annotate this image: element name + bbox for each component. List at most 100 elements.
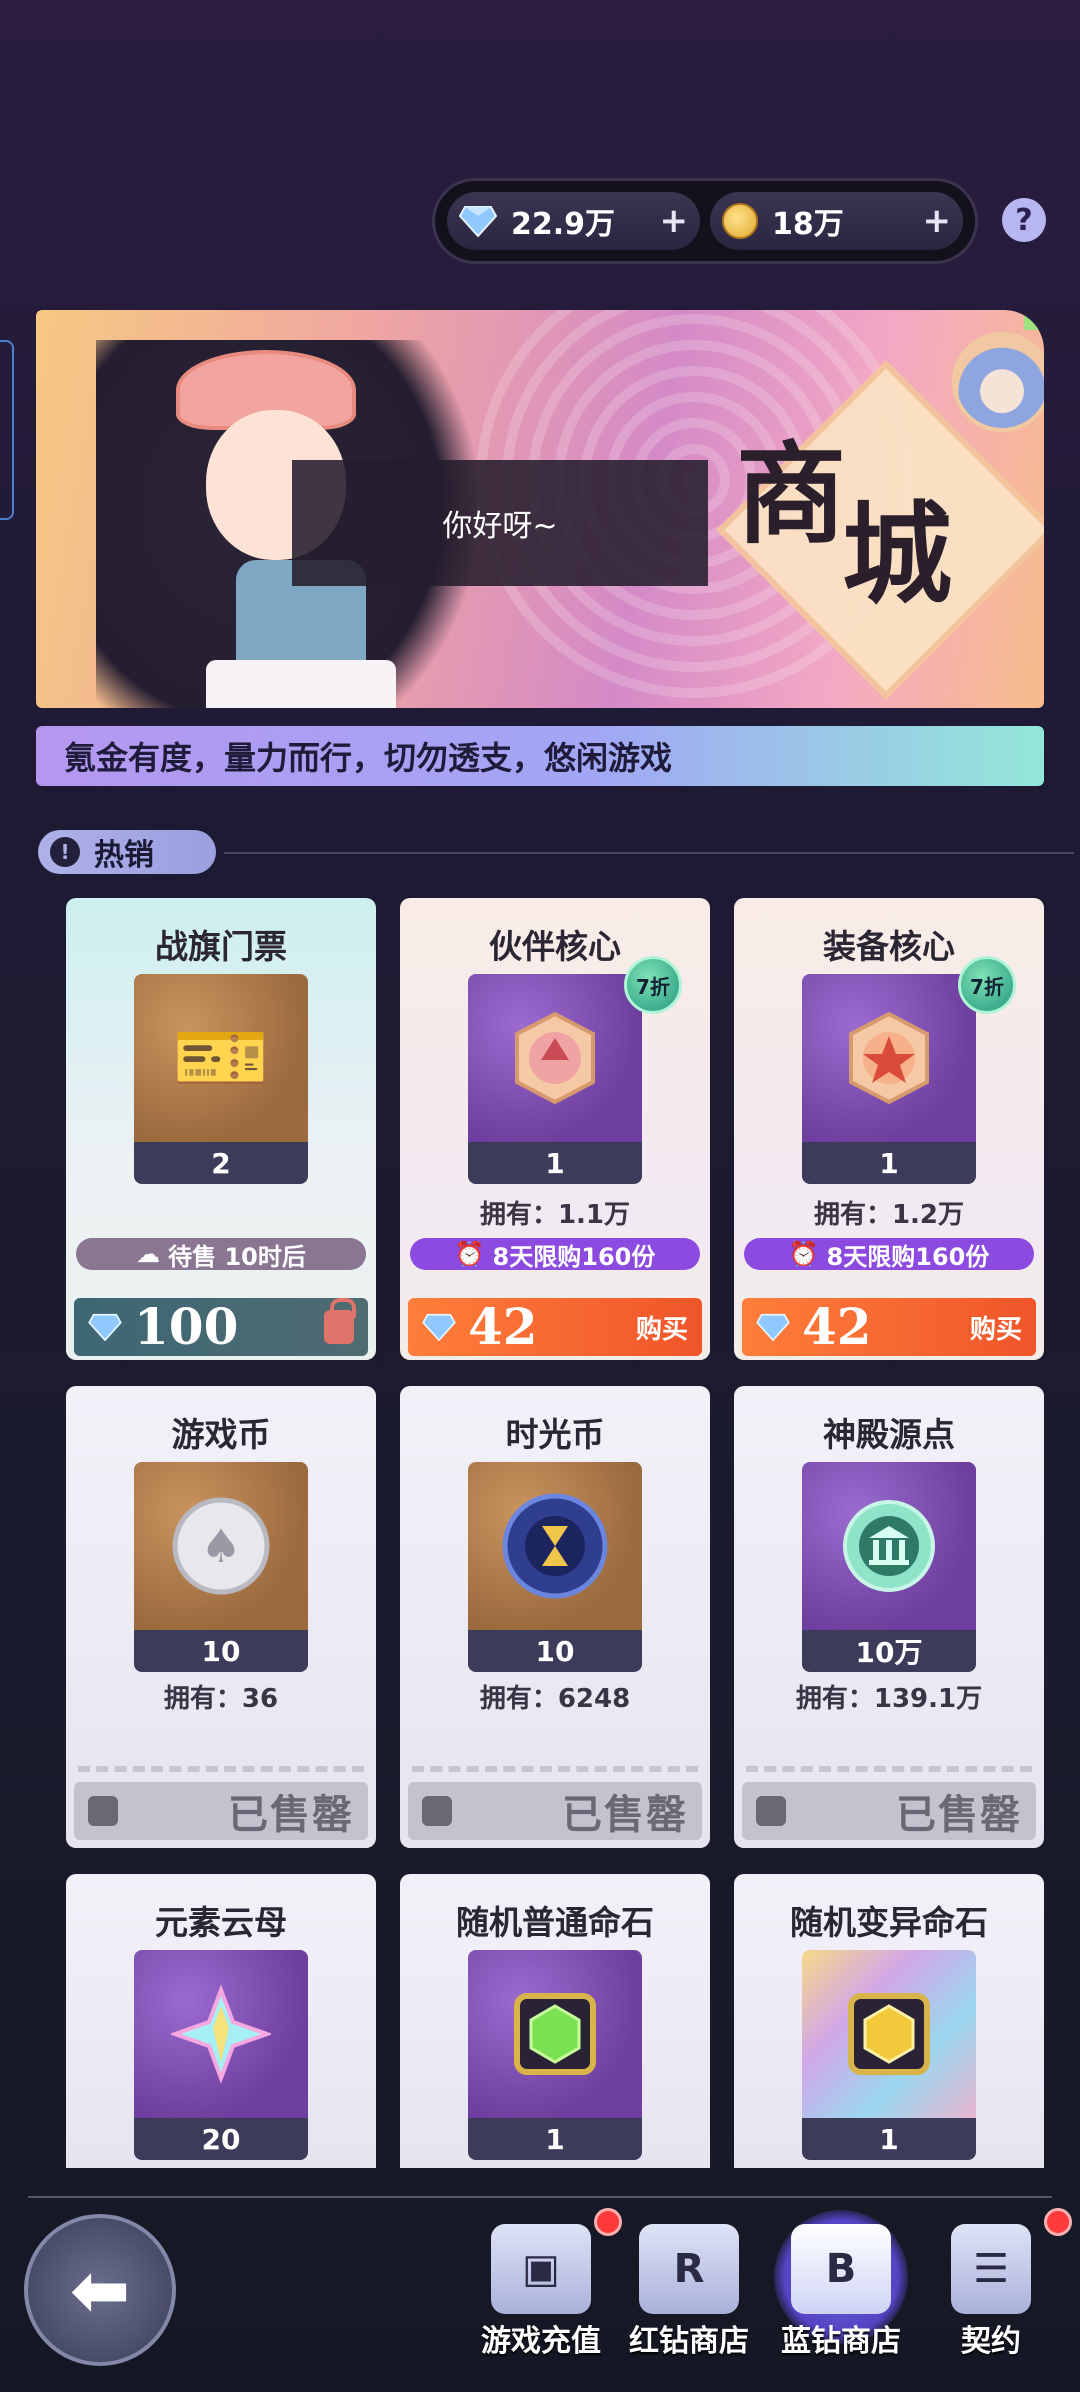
item-quantity: 1 <box>468 2118 642 2160</box>
item-icon-box: 20 <box>134 1950 308 2160</box>
ticket-icon: 🎫 <box>172 1013 270 1103</box>
nav-contract[interactable]: ☰ 契约 <box>916 2224 1066 2360</box>
item-quantity: 2 <box>134 1142 308 1184</box>
alert-icon: ! <box>50 837 80 867</box>
item-icon-box: 1 <box>802 1950 976 2160</box>
contract-icon: ☰ <box>951 2224 1031 2314</box>
element-mica-icon <box>171 1984 271 2084</box>
item-price: 42 <box>802 1297 872 1356</box>
sold-checkbox-icon <box>88 1796 118 1826</box>
lock-icon <box>324 1298 356 1344</box>
wallet-icon: ▣ <box>491 2224 591 2314</box>
sold-out-bar: 已售罄 <box>408 1782 702 1840</box>
owned-count: 拥有：1.2万 <box>813 1200 965 1230</box>
nav-blue-diamond-shop[interactable]: B 蓝钻商店 <box>766 2210 916 2360</box>
sold-checkbox-icon <box>422 1796 452 1826</box>
shop-title-char-1: 商 <box>736 430 846 559</box>
discount-badge: 7折 <box>958 956 1016 1014</box>
shop-card[interactable]: 时光币 10 拥有：6248 已售罄 <box>400 1386 710 1848</box>
sale-timer-text: 待售 10时后 <box>168 1242 306 1271</box>
shop-title: 商城 <box>736 440 952 610</box>
shop-card[interactable]: 游戏币 ♠ 10 拥有：36 已售罄 <box>66 1386 376 1848</box>
item-icon-box: 1 <box>802 974 976 1184</box>
blue-diamond-icon: B <box>791 2224 891 2314</box>
sold-checkbox-icon <box>756 1796 786 1826</box>
side-tab-handle[interactable] <box>0 340 14 520</box>
purchase-limit-text: 8天限购160份 <box>826 1242 990 1271</box>
item-name: 时光币 <box>505 1415 605 1454</box>
add-gold-button[interactable]: + <box>923 201 952 241</box>
game-coin-icon: ♠ <box>172 1497 270 1595</box>
sold-out-bar: 已售罄 <box>742 1782 1036 1840</box>
buy-button[interactable]: 42 购买 <box>408 1298 702 1356</box>
nav-red-diamond-shop[interactable]: R 红钻商店 <box>614 2224 764 2360</box>
temple-point-icon <box>843 1500 935 1592</box>
dashed-divider <box>746 1766 1032 1772</box>
svg-text:♠: ♠ <box>200 1519 241 1573</box>
nav-recharge[interactable]: ▣ 游戏充值 <box>466 2224 616 2360</box>
item-name: 随机变异命石 <box>790 1903 988 1942</box>
purchase-limit: ⏰ 8天限购160份 <box>744 1238 1034 1271</box>
shop-card[interactable]: 随机变异命石 1 <box>734 1874 1044 2168</box>
currency-bar: 22.9万 + 18万 + <box>432 178 978 264</box>
discount-badge: 7折 <box>624 956 682 1014</box>
hot-section-header: ! 热销 <box>38 830 1074 876</box>
gold-balance[interactable]: 18万 + <box>710 192 963 250</box>
sold-out-bar: 已售罄 <box>74 1782 368 1840</box>
purchase-limit: ⏰ 8天限购160份 <box>410 1238 700 1271</box>
blue-diamond-icon <box>88 1313 122 1341</box>
item-quantity: 10 <box>134 1630 308 1672</box>
normal-fate-stone-icon <box>514 1993 596 2075</box>
item-price: 100 <box>134 1297 239 1356</box>
item-quantity: 1 <box>802 2118 976 2160</box>
npc-avatar[interactable] <box>952 332 1044 432</box>
add-blue-diamond-button[interactable]: + <box>660 201 689 241</box>
red-diamond-icon: R <box>639 2224 739 2314</box>
cloud-lock-icon: ☁ <box>136 1240 161 1268</box>
shop-card[interactable]: 伙伴核心 1 7折 拥有：1.1万 ⏰ 8天限购160份 42 购买 <box>400 898 710 1360</box>
item-quantity: 10万 <box>802 1630 976 1672</box>
section-divider <box>224 852 1074 854</box>
owned-count: 拥有：139.1万 <box>795 1684 983 1714</box>
shop-card[interactable]: 战旗门票 🎫 2 ☁ 待售 10时后 100 <box>66 898 376 1360</box>
item-price: 42 <box>468 1297 538 1356</box>
alarm-clock-icon: ⏰ <box>788 1240 819 1268</box>
npc-speech-bubble: 你好呀~ <box>292 460 708 586</box>
item-name: 装备核心 <box>823 927 955 966</box>
sale-timer: ☁ 待售 10时后 <box>76 1238 366 1271</box>
buy-button[interactable]: 42 购买 <box>742 1298 1036 1356</box>
blue-diamond-icon <box>459 206 497 237</box>
item-quantity: 10 <box>468 1630 642 1672</box>
item-name: 游戏币 <box>171 1415 271 1454</box>
item-icon-box: 10万 <box>802 1462 976 1672</box>
item-icon-box: ♠ 10 <box>134 1462 308 1672</box>
blue-diamond-icon <box>756 1313 790 1341</box>
shop-card[interactable]: 装备核心 1 7折 拥有：1.2万 ⏰ 8天限购160份 42 购买 <box>734 898 1044 1360</box>
help-button[interactable]: ? <box>1002 198 1046 242</box>
sold-out-label: 已售罄 <box>562 1791 688 1838</box>
shop-banner: 商城 你好呀~ <box>36 310 1044 708</box>
owned-count: 拥有：1.1万 <box>479 1200 631 1230</box>
back-button[interactable]: ⬅ <box>24 2214 176 2366</box>
hot-section-pill: ! 热销 <box>38 830 216 874</box>
banner-corner-marker <box>1024 310 1044 330</box>
sold-out-label: 已售罄 <box>228 1791 354 1838</box>
shop-card[interactable]: 元素云母 20 <box>66 1874 376 2168</box>
time-coin-icon <box>502 1493 608 1599</box>
nav-label: 蓝钻商店 <box>781 2324 901 2359</box>
partner-core-icon <box>515 1011 595 1105</box>
item-quantity: 20 <box>134 2118 308 2160</box>
purchase-limit-text: 8天限购160份 <box>492 1242 656 1271</box>
item-icon-box: 10 <box>468 1462 642 1672</box>
blue-diamond-balance[interactable]: 22.9万 + <box>447 192 700 250</box>
blue-diamond-amount: 22.9万 <box>511 207 616 242</box>
shop-card[interactable]: 神殿源点 10万 拥有：139.1万 已售罄 <box>734 1386 1044 1848</box>
item-icon-box: 1 <box>468 1950 642 2160</box>
nav-label: 游戏充值 <box>481 2324 601 2359</box>
price-bar-locked[interactable]: 100 <box>74 1298 368 1356</box>
shop-card[interactable]: 随机普通命石 1 <box>400 1874 710 2168</box>
sold-out-label: 已售罄 <box>896 1791 1022 1838</box>
nav-label: 红钻商店 <box>629 2324 749 2359</box>
item-name: 战旗门票 <box>155 927 287 966</box>
owned-count: 拥有：6248 <box>479 1684 631 1714</box>
